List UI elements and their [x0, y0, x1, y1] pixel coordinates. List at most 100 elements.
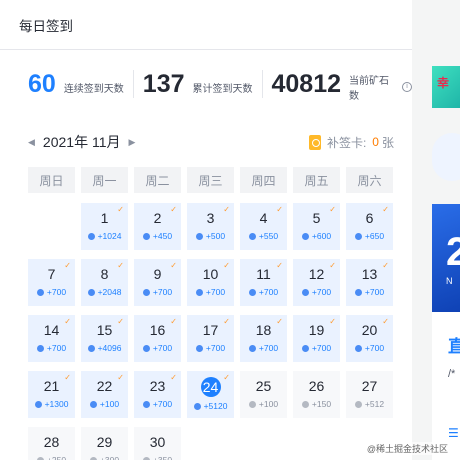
- ore-icon: [301, 288, 309, 296]
- ore-icon: [248, 400, 256, 408]
- checkmark-icon: ✓: [64, 317, 71, 326]
- calendar-day-cell[interactable]: 25 +100: [240, 371, 287, 418]
- reward-value: +512: [364, 399, 385, 409]
- reward-value: +700: [152, 343, 173, 353]
- reward-value: +700: [258, 343, 279, 353]
- day-number: 3: [206, 210, 215, 226]
- calendar-day-cell[interactable]: 20 +700 ✓: [346, 315, 393, 362]
- calendar-day-cell[interactable]: 6 +650 ✓: [346, 203, 393, 250]
- reward-value: +4096: [97, 343, 122, 353]
- calendar-day-cell[interactable]: 12 +700 ✓: [293, 259, 340, 306]
- calendar-day-cell[interactable]: 17 +700 ✓: [187, 315, 234, 362]
- checkmark-icon: ✓: [276, 317, 283, 326]
- calendar-day-cell[interactable]: 9 +700 ✓: [134, 259, 181, 306]
- checkmark-icon: ✓: [117, 205, 124, 214]
- calendar-day-cell[interactable]: 13 +700 ✓: [346, 259, 393, 306]
- prev-month-icon[interactable]: ◀: [28, 137, 35, 148]
- ore-icon: [34, 400, 42, 408]
- calendar-day-cell[interactable]: 7 +700 ✓: [28, 259, 75, 306]
- reward-value: +700: [152, 287, 173, 297]
- calendar-day-cell[interactable]: 30 +350: [134, 427, 181, 460]
- calendar-day-cell[interactable]: 15 +4096 ✓: [81, 315, 128, 362]
- checkmark-icon: ✓: [382, 261, 389, 270]
- reward-value: +450: [152, 231, 173, 241]
- watermark: @稀土掘金技术社区: [364, 442, 450, 455]
- day-number: 2: [153, 210, 162, 226]
- calendar-day-cell[interactable]: 21 +1300 ✓: [28, 371, 75, 418]
- ore-icon: [301, 232, 309, 240]
- stats-bar: 60 连续签到天数 137 累计签到天数 40812 当前矿石数 i: [28, 66, 412, 102]
- side-card[interactable]: 直 /* ☰: [432, 312, 460, 460]
- weekday-sun: 周日: [28, 167, 75, 193]
- calendar-day-cell[interactable]: 1 +1024 ✓: [81, 203, 128, 250]
- checkmark-icon: ✓: [223, 205, 230, 214]
- side-widget[interactable]: [432, 133, 460, 181]
- checkmark-icon: ✓: [223, 317, 230, 326]
- calendar-day-cell[interactable]: 22 +100 ✓: [81, 371, 128, 418]
- calendar-day-cell[interactable]: 3 +500 ✓: [187, 203, 234, 250]
- calendar-day-cell[interactable]: 27 +512: [346, 371, 393, 418]
- checkmark-icon: ✓: [64, 373, 71, 382]
- ore-icon: [193, 402, 201, 410]
- calendar-day-cell[interactable]: 2 +450 ✓: [134, 203, 181, 250]
- calendar-day-cell[interactable]: 8 +2048 ✓: [81, 259, 128, 306]
- calendar-day-cell[interactable]: 24 +5120 ✓: [187, 371, 234, 418]
- day-number: 12: [308, 266, 325, 282]
- day-number: 28: [43, 434, 60, 450]
- checkmark-icon: ✓: [276, 205, 283, 214]
- calendar-day-cell[interactable]: 29 +300: [81, 427, 128, 460]
- info-icon[interactable]: i: [402, 82, 412, 92]
- calendar-day-cell[interactable]: 26 +150: [293, 371, 340, 418]
- checkmark-icon: ✓: [170, 317, 177, 326]
- calendar-day-cell[interactable]: 4 +550 ✓: [240, 203, 287, 250]
- day-number: 1: [100, 210, 109, 226]
- calendar-day-cell[interactable]: 19 +700 ✓: [293, 315, 340, 362]
- calendar-day-cell[interactable]: 10 +700 ✓: [187, 259, 234, 306]
- calendar-day-cell[interactable]: 28 +250: [28, 427, 75, 460]
- promo-banner[interactable]: 幸: [432, 66, 460, 108]
- ore-icon: [301, 400, 309, 408]
- calendar-day-cell[interactable]: 18 +700 ✓: [240, 315, 287, 362]
- day-number: 5: [312, 210, 321, 226]
- panel-header: 每日签到: [0, 0, 412, 50]
- makeup-card-info[interactable]: 补签卡: 0 张: [308, 134, 394, 151]
- next-month-icon[interactable]: ▶: [129, 137, 136, 148]
- day-number: 27: [361, 378, 378, 394]
- weekday-thu: 周四: [240, 167, 287, 193]
- day-reward: +512: [354, 399, 385, 409]
- ore-icon: [142, 232, 150, 240]
- makeup-card-icon: [308, 134, 321, 150]
- reward-value: +100: [258, 399, 279, 409]
- ore-icon: [248, 288, 256, 296]
- day-reward: +1300: [34, 399, 68, 409]
- reward-value: +250: [46, 455, 67, 460]
- reward-value: +700: [364, 343, 385, 353]
- day-reward: +1024: [87, 231, 121, 241]
- day-reward: +700: [36, 287, 66, 297]
- ore-icon: [195, 288, 203, 296]
- day-number: 18: [255, 322, 272, 338]
- calendar-day-cell[interactable]: 23 +700 ✓: [134, 371, 181, 418]
- ore-icon: [354, 288, 362, 296]
- ore-icon: [195, 232, 203, 240]
- sign-in-panel: 每日签到 60 连续签到天数 137 累计签到天数 40812 当前矿石数 i …: [0, 0, 412, 460]
- ore-icon: [142, 400, 150, 408]
- calendar-day-cell[interactable]: 16 +700 ✓: [134, 315, 181, 362]
- day-reward: +700: [248, 287, 278, 297]
- day-reward: +350: [142, 455, 172, 460]
- day-number: 29: [96, 434, 113, 450]
- calendar-day-cell[interactable]: 14 +700 ✓: [28, 315, 75, 362]
- calendar-day-cell[interactable]: 11 +700 ✓: [240, 259, 287, 306]
- ore-icon: [87, 232, 95, 240]
- ore-icon: [354, 232, 362, 240]
- ad-banner[interactable]: 2 N: [432, 204, 460, 312]
- day-number: 14: [43, 322, 60, 338]
- day-reward: +150: [301, 399, 331, 409]
- reward-value: +700: [311, 287, 332, 297]
- month-nav: ◀ 2021年 11月 ▶ 补签卡: 0 张: [28, 131, 394, 153]
- ore-icon: [142, 344, 150, 352]
- side-card-title: 直: [448, 337, 460, 356]
- day-reward: +700: [195, 343, 225, 353]
- calendar-day-cell[interactable]: 5 +600 ✓: [293, 203, 340, 250]
- day-reward: +450: [142, 231, 173, 241]
